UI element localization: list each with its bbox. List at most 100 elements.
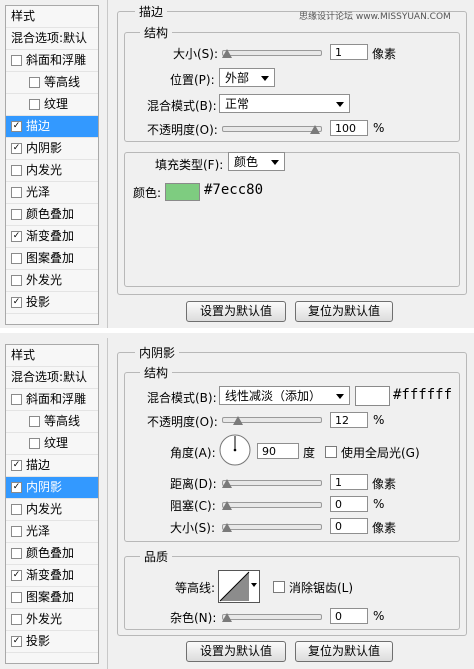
distance-slider[interactable]: [222, 479, 322, 488]
checked-checkbox[interactable]: ✓: [11, 636, 22, 647]
list-item-label: 图案叠加: [26, 590, 75, 604]
blend-mode-select[interactable]: 正常: [219, 94, 350, 113]
list-item[interactable]: ✓ 渐变叠加: [6, 226, 98, 248]
list-item[interactable]: 内发光: [6, 499, 98, 521]
styles-header[interactable]: 样式: [6, 6, 98, 28]
checked-checkbox[interactable]: ✓: [11, 231, 22, 242]
choke-slider[interactable]: [222, 501, 322, 510]
checked-checkbox[interactable]: ✓: [11, 143, 22, 154]
chevron-down-icon: [336, 102, 344, 107]
checkbox[interactable]: [11, 592, 22, 603]
size-input[interactable]: 0: [330, 518, 368, 534]
opacity-input[interactable]: 100: [330, 120, 368, 136]
list-item[interactable]: ✓ 内阴影: [6, 138, 98, 160]
checkbox[interactable]: [11, 209, 22, 220]
noise-slider[interactable]: [222, 613, 322, 622]
noise-slider-knob[interactable]: [222, 613, 232, 622]
checkbox[interactable]: [11, 614, 22, 625]
list-item[interactable]: 等高线: [6, 411, 98, 433]
opacity-slider[interactable]: [222, 416, 322, 425]
blend-color-hex: #ffffff: [393, 387, 453, 403]
size-slider[interactable]: [222, 523, 322, 532]
list-item[interactable]: ✓ 描边: [6, 455, 98, 477]
list-item[interactable]: 颜色叠加: [6, 543, 98, 565]
size-slider-knob[interactable]: [222, 523, 232, 532]
opacity-input[interactable]: 12: [330, 412, 368, 428]
position-select[interactable]: 外部: [219, 68, 275, 87]
angle-dial[interactable]: [218, 433, 252, 467]
list-item[interactable]: 斜面和浮雕: [6, 389, 98, 411]
list-item[interactable]: 外发光: [6, 270, 98, 292]
blend-options-item[interactable]: 混合选项:默认: [6, 367, 98, 389]
checkbox[interactable]: [11, 275, 22, 286]
list-item[interactable]: ✓ 投影: [6, 631, 98, 653]
noise-input[interactable]: 0: [330, 608, 368, 624]
angle-label: 角度(A):: [170, 446, 216, 460]
position-label: 位置(P):: [170, 73, 215, 87]
distance-input[interactable]: 1: [330, 474, 368, 490]
angle-input[interactable]: 90: [257, 443, 299, 459]
size-slider[interactable]: [222, 49, 322, 58]
checked-checkbox[interactable]: ✓: [11, 482, 22, 493]
distance-slider-knob[interactable]: [222, 479, 232, 488]
size-slider-knob[interactable]: [222, 49, 232, 58]
checkbox[interactable]: [11, 394, 22, 405]
checked-checkbox[interactable]: ✓: [11, 570, 22, 581]
list-item[interactable]: ✓ 渐变叠加: [6, 565, 98, 587]
blend-color-swatch[interactable]: [355, 386, 390, 406]
checkbox[interactable]: [11, 165, 22, 176]
antialias-checkbox[interactable]: [273, 581, 285, 593]
blend-mode-select[interactable]: 线性减淡（添加）: [219, 386, 350, 405]
checkbox[interactable]: [29, 99, 40, 110]
styles-header[interactable]: 样式: [6, 345, 98, 367]
checkbox[interactable]: [29, 77, 40, 88]
opacity-slider-knob[interactable]: [232, 416, 243, 425]
checkbox[interactable]: [29, 416, 40, 427]
size-label: 大小(S):: [173, 47, 219, 61]
list-item[interactable]: 等高线: [6, 72, 98, 94]
blend-options-item[interactable]: 混合选项:默认: [6, 28, 98, 50]
fill-type-select[interactable]: 颜色: [228, 152, 285, 171]
structure-title: 结构: [140, 364, 173, 381]
list-item[interactable]: 光泽: [6, 521, 98, 543]
list-item[interactable]: 图案叠加: [6, 587, 98, 609]
blend-options-label: 混合选项:默认: [11, 370, 88, 384]
list-item[interactable]: ✓ 投影: [6, 292, 98, 314]
choke-slider-knob[interactable]: [222, 501, 232, 510]
reset-default-button[interactable]: 复位为默认值: [295, 301, 393, 322]
reset-default-button[interactable]: 复位为默认值: [295, 641, 393, 662]
global-light-checkbox[interactable]: [325, 446, 337, 458]
checked-checkbox[interactable]: ✓: [11, 297, 22, 308]
contour-picker[interactable]: [218, 570, 260, 603]
checkbox[interactable]: [11, 526, 22, 537]
list-item-label: 投影: [26, 295, 51, 309]
checked-checkbox[interactable]: ✓: [11, 460, 22, 471]
checkbox[interactable]: [11, 504, 22, 515]
list-item[interactable]: 外发光: [6, 609, 98, 631]
list-item[interactable]: 内发光: [6, 160, 98, 182]
size-input[interactable]: 1: [330, 44, 368, 60]
list-item[interactable]: 颜色叠加: [6, 204, 98, 226]
size-unit: 像素: [372, 521, 397, 535]
checkbox[interactable]: [11, 187, 22, 198]
list-item[interactable]: ✓ 内阴影: [6, 477, 98, 499]
color-swatch[interactable]: [165, 183, 200, 201]
checkbox[interactable]: [11, 253, 22, 264]
divider: [107, 0, 108, 328]
list-item[interactable]: ✓ 描边: [6, 116, 98, 138]
opacity-slider[interactable]: [222, 125, 322, 134]
list-item[interactable]: 斜面和浮雕: [6, 50, 98, 72]
opacity-slider-knob[interactable]: [310, 125, 320, 134]
list-item[interactable]: 纹理: [6, 433, 98, 455]
checkbox[interactable]: [11, 55, 22, 66]
set-default-button[interactable]: 设置为默认值: [186, 301, 286, 322]
contour-label: 等高线:: [175, 581, 216, 595]
list-item[interactable]: 图案叠加: [6, 248, 98, 270]
checkbox[interactable]: [11, 548, 22, 559]
checked-checkbox[interactable]: ✓: [11, 121, 22, 132]
list-item[interactable]: 纹理: [6, 94, 98, 116]
choke-input[interactable]: 0: [330, 496, 368, 512]
list-item[interactable]: 光泽: [6, 182, 98, 204]
set-default-button[interactable]: 设置为默认值: [186, 641, 286, 662]
checkbox[interactable]: [29, 438, 40, 449]
